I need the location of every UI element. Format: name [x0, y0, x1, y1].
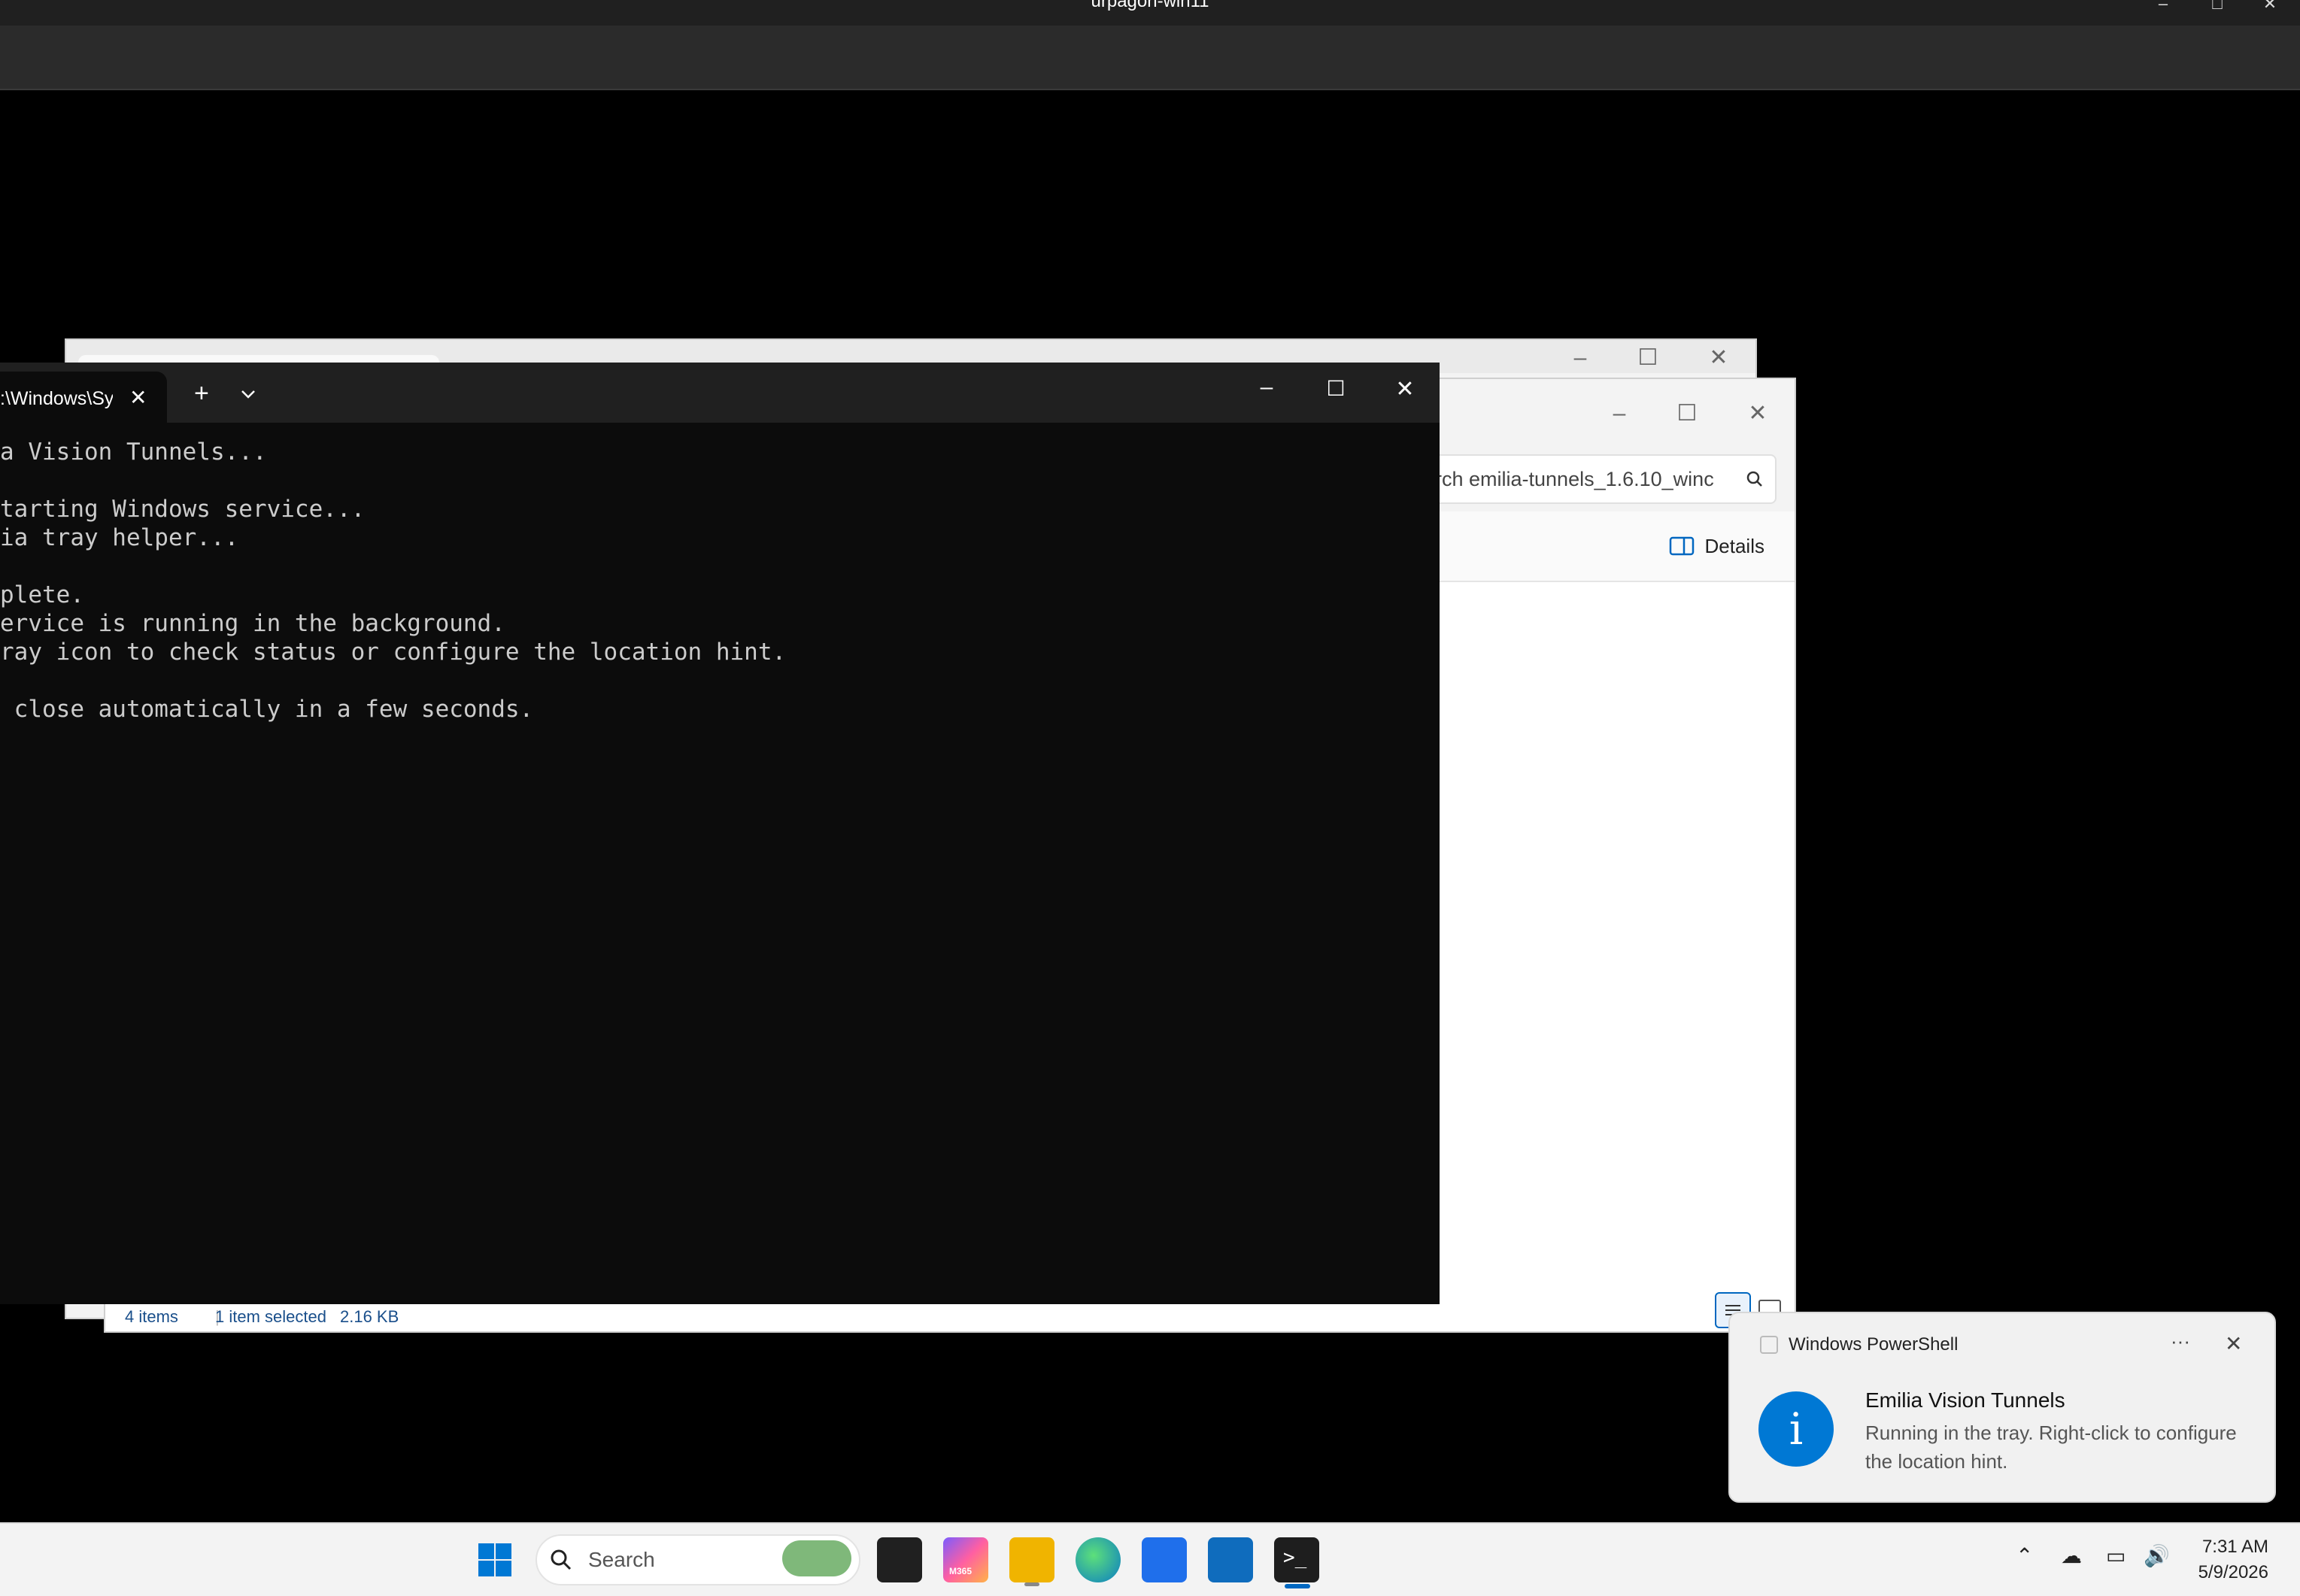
search-input[interactable]: rch emilia-tunnels_1.6.10_winc	[1434, 454, 1777, 504]
windows-start-icon[interactable]	[477, 1542, 513, 1578]
clock[interactable]: 7:31 AM 5/9/2026	[2198, 1534, 2268, 1585]
running-indicator	[1024, 1582, 1039, 1586]
search-placeholder: rch emilia-tunnels_1.6.10_winc	[1435, 468, 1714, 490]
maximize-button[interactable]: ☐	[1629, 343, 1667, 373]
maximize-button[interactable]: ☐	[1313, 376, 1358, 401]
close-tab-icon[interactable]: ✕	[129, 385, 147, 410]
details-pane-icon	[1669, 536, 1694, 556]
file-explorer-icon[interactable]	[1009, 1537, 1054, 1582]
m365-badge: M365	[949, 1566, 972, 1576]
terminal-output: a Vision Tunnels... tarting Windows serv…	[0, 438, 787, 723]
terminal-window[interactable]: :\Windows\Sy ✕ + – ☐ ✕ a Vision Tunnels.…	[0, 363, 1440, 1304]
edge-browser-icon[interactable]	[1076, 1537, 1121, 1582]
search-highlight-icon	[782, 1540, 851, 1576]
taskbar-search-box[interactable]: Search	[536, 1534, 860, 1585]
terminal-icon[interactable]: >_	[1274, 1537, 1319, 1582]
search-icon	[1746, 471, 1762, 487]
host-close-button[interactable]: ✕	[2255, 0, 2285, 13]
taskbar-search-label: Search	[588, 1548, 655, 1571]
close-button[interactable]: ✕	[1700, 343, 1737, 373]
info-icon: i	[1758, 1391, 1834, 1467]
minimize-button[interactable]: –	[1601, 399, 1638, 429]
item-count: 4 items	[125, 1307, 178, 1326]
close-toast-button[interactable]: ✕	[2225, 1331, 2242, 1356]
details-button[interactable]: Details	[1669, 528, 1764, 564]
host-minimize-button[interactable]: –	[2148, 0, 2178, 13]
terminal-tab-title: :\Windows\Sy	[0, 388, 113, 409]
app-icon	[1760, 1336, 1778, 1354]
host-maximize-button[interactable]: □	[2202, 0, 2232, 13]
microsoft-store-icon[interactable]	[1142, 1537, 1187, 1582]
close-button[interactable]: ✕	[1739, 399, 1777, 429]
taskbar: Search M365 >_ ⌃ ☁ ▭ 🔊 7:31 AM 5/9/2026	[0, 1522, 2300, 1596]
host-window-title: urpagon-win11	[1091, 0, 1209, 11]
volume-icon[interactable]: 🔊	[2144, 1543, 2170, 1568]
host-titlebar: urpagon-win11 – □ ✕	[0, 0, 2300, 26]
terminal-prompt-glyph: >_	[1283, 1546, 1307, 1569]
more-options-button[interactable]: ···	[2171, 1330, 2190, 1353]
terminal-tabbar: :\Windows\Sy ✕ + – ☐ ✕	[0, 363, 1440, 423]
terminal-tab[interactable]: :\Windows\Sy ✕	[0, 372, 167, 423]
toast-notification[interactable]: Windows PowerShell ··· ✕ i Emilia Vision…	[1728, 1312, 2276, 1503]
network-icon[interactable]: ▭	[2106, 1543, 2126, 1568]
details-label: Details	[1704, 534, 1764, 557]
outlook-icon[interactable]	[1208, 1537, 1253, 1582]
task-view-icon[interactable]	[877, 1537, 922, 1582]
show-hidden-icons-chevron-icon[interactable]: ⌃	[2016, 1543, 2033, 1568]
selection-size: 2.16 KB	[340, 1307, 399, 1326]
m365-copilot-icon[interactable]: M365	[943, 1537, 988, 1582]
active-app-indicator	[1285, 1584, 1310, 1588]
status-bar: 4 items | 1 item selected 2.16 KB	[105, 1292, 1795, 1331]
minimize-button[interactable]: –	[1561, 343, 1599, 373]
clock-time: 7:31 AM	[2201, 1537, 2268, 1557]
search-icon	[551, 1549, 572, 1570]
clock-date: 5/9/2026	[2198, 1562, 2268, 1582]
toast-app-name: Windows PowerShell	[1789, 1334, 1959, 1355]
new-tab-button[interactable]: +	[194, 379, 209, 408]
chevron-down-icon[interactable]	[239, 387, 257, 402]
minimize-button[interactable]: –	[1244, 375, 1289, 400]
maximize-button[interactable]: ☐	[1668, 399, 1706, 429]
selection-count: 1 item selected	[215, 1307, 326, 1326]
toast-title: Emilia Vision Tunnels	[1865, 1388, 2065, 1412]
close-button[interactable]: ✕	[1382, 376, 1428, 402]
host-toolbar	[0, 26, 2300, 90]
toast-body: Running in the tray. Right-click to conf…	[1865, 1422, 2237, 1473]
onedrive-offline-icon[interactable]: ☁	[2061, 1543, 2082, 1568]
